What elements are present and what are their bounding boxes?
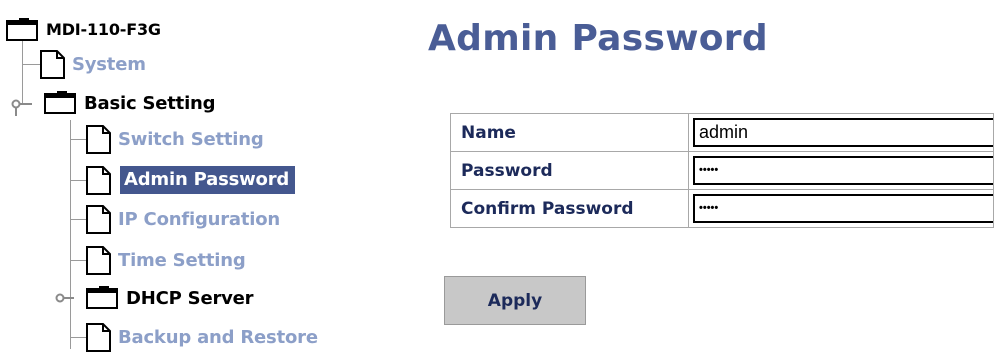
folder-icon bbox=[44, 91, 76, 114]
page-icon bbox=[86, 166, 111, 195]
tree-root[interactable]: MDI-110-F3G bbox=[6, 12, 161, 46]
page-title: Admin Password bbox=[428, 18, 768, 59]
folder-icon bbox=[86, 286, 118, 309]
page-icon bbox=[40, 50, 65, 79]
form-row-confirm-password: Confirm Password ••••• bbox=[451, 190, 994, 228]
tree-item-ip-configuration-label: IP Configuration bbox=[118, 208, 281, 230]
form-row-password: Password ••••• bbox=[451, 152, 994, 190]
tree-item-time-setting[interactable]: Time Setting bbox=[86, 243, 246, 277]
tree-folder-basic-setting-label: Basic Setting bbox=[84, 92, 216, 114]
confirm-password-label: Confirm Password bbox=[451, 190, 689, 228]
name-label: Name bbox=[451, 114, 689, 152]
tree-item-time-setting-label: Time Setting bbox=[118, 249, 246, 271]
tree-item-admin-password-label: Admin Password bbox=[120, 166, 296, 194]
navigation-tree: MDI-110-F3G System Basic Setting Switch … bbox=[0, 0, 410, 352]
password-label: Password bbox=[451, 152, 689, 190]
folder-icon bbox=[6, 18, 38, 41]
tree-item-system-label: System bbox=[72, 53, 146, 75]
page-icon bbox=[86, 205, 111, 234]
page-icon bbox=[86, 125, 111, 154]
tree-item-switch-setting[interactable]: Switch Setting bbox=[86, 122, 264, 156]
apply-button[interactable]: Apply bbox=[444, 276, 586, 325]
tree-item-system[interactable]: System bbox=[40, 47, 146, 81]
tree-item-backup-restore-label: Backup and Restore bbox=[118, 326, 318, 348]
tree-folder-dhcp-server[interactable]: DHCP Server bbox=[86, 281, 254, 315]
tree-item-switch-setting-label: Switch Setting bbox=[118, 128, 264, 150]
tree-folder-dhcp-server-label: DHCP Server bbox=[126, 287, 254, 309]
page-icon bbox=[86, 246, 111, 275]
tree-item-ip-configuration[interactable]: IP Configuration bbox=[86, 202, 280, 236]
form-row-name: Name admin bbox=[451, 114, 994, 152]
tree-folder-basic-setting[interactable]: Basic Setting bbox=[44, 86, 216, 120]
tree-root-label: MDI-110-F3G bbox=[46, 19, 161, 39]
confirm-password-input[interactable]: ••••• bbox=[693, 194, 993, 223]
tree-item-admin-password[interactable]: Admin Password bbox=[86, 163, 296, 197]
password-input[interactable]: ••••• bbox=[693, 156, 993, 185]
name-input[interactable]: admin bbox=[693, 118, 993, 147]
admin-password-form: Name admin Password ••••• Confirm Passwo… bbox=[450, 113, 994, 228]
